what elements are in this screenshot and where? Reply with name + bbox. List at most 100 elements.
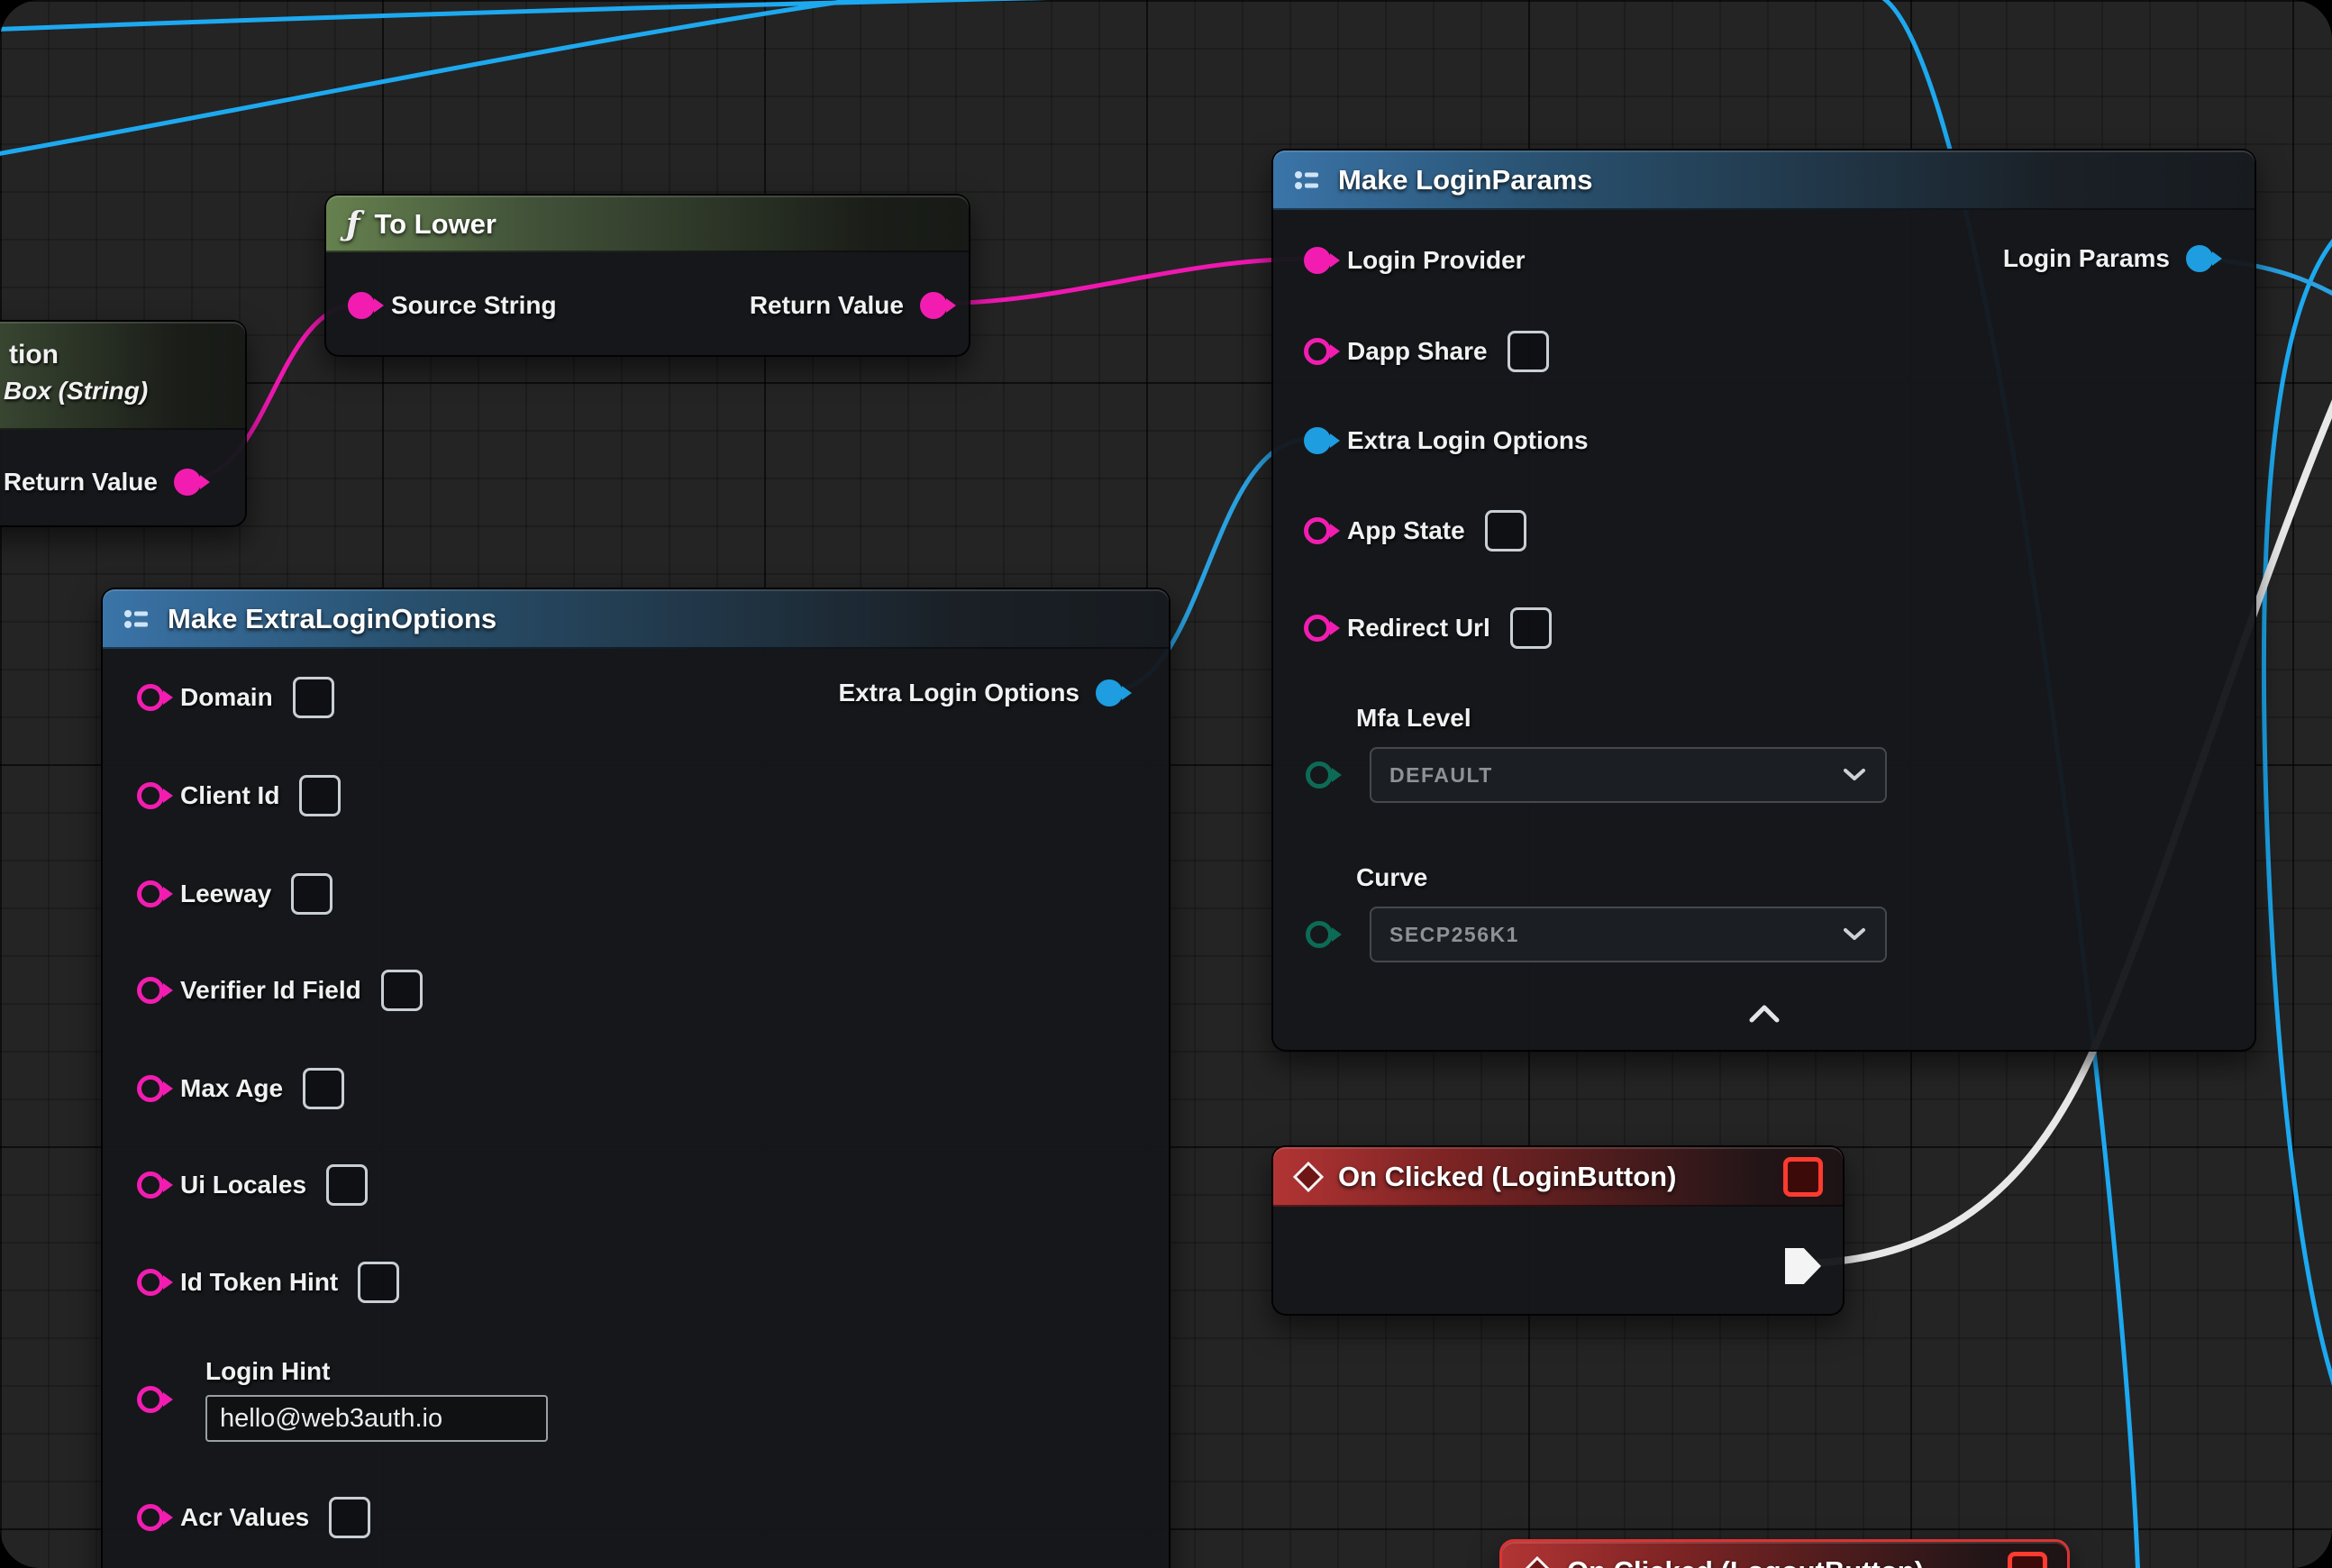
- id-token-hint-checkbox[interactable]: [358, 1262, 399, 1303]
- make-extra-login-options-title: Make ExtraLoginOptions: [168, 603, 496, 635]
- login-params-output-row: Login Params: [2003, 232, 2213, 286]
- mfa-level-label: Mfa Level: [1356, 696, 1471, 741]
- login-provider-pin[interactable]: [1304, 247, 1331, 274]
- chevron-down-icon: [1842, 926, 1867, 943]
- partial-return-value-label: Return Value: [4, 468, 158, 497]
- on-clicked-login-header[interactable]: On Clicked (LoginButton): [1273, 1147, 1843, 1207]
- partial-node-subtitle: Box (String): [4, 369, 148, 414]
- make-struct-icon: [123, 604, 153, 634]
- pin-row-dapp-share: Dapp Share: [1304, 324, 1549, 378]
- redirect-url-pin[interactable]: [1304, 615, 1331, 642]
- extra-login-options-output-pin[interactable]: [1096, 679, 1123, 707]
- node-partial-function[interactable]: tion Box (String) Return Value: [0, 320, 247, 527]
- ui-locales-pin[interactable]: [137, 1171, 164, 1199]
- app-state-checkbox[interactable]: [1485, 510, 1526, 552]
- pin-row-leeway: Leeway: [137, 867, 332, 921]
- client-id-pin[interactable]: [137, 782, 164, 809]
- client-id-checkbox[interactable]: [299, 775, 341, 816]
- pin-row-login-provider: Login Provider: [1304, 233, 1526, 287]
- leeway-checkbox[interactable]: [291, 873, 332, 915]
- on-clicked-login-title: On Clicked (LoginButton): [1338, 1161, 1676, 1193]
- login-params-output-pin[interactable]: [2186, 245, 2213, 272]
- node-to-lower[interactable]: ƒ To Lower Source String Return Value: [324, 194, 970, 357]
- verifier-id-field-checkbox[interactable]: [381, 970, 423, 1011]
- login-hint-input[interactable]: [205, 1395, 548, 1442]
- pin-row-client-id: Client Id: [137, 769, 341, 823]
- id-token-hint-pin[interactable]: [137, 1269, 164, 1296]
- client-id-label: Client Id: [180, 781, 279, 810]
- node-on-clicked-loginbutton[interactable]: On Clicked (LoginButton): [1271, 1145, 1845, 1316]
- redirect-url-label: Redirect Url: [1347, 614, 1490, 643]
- curve-dropdown[interactable]: SECP256K1: [1370, 907, 1887, 962]
- mfa-level-value: DEFAULT: [1389, 763, 1493, 788]
- node-on-clicked-logoutbutton[interactable]: On Clicked (LogoutButton): [1499, 1539, 2070, 1568]
- redirect-url-checkbox[interactable]: [1510, 607, 1552, 649]
- wire-string-tolower-to-provider[interactable]: [930, 259, 1314, 304]
- make-login-params-title: Make LoginParams: [1338, 164, 1593, 196]
- domain-label: Domain: [180, 683, 273, 712]
- partial-return-value-pin[interactable]: [174, 469, 201, 496]
- blueprint-canvas[interactable]: tion Box (String) Return Value ƒ To Lowe…: [0, 0, 2332, 1568]
- make-struct-icon: [1293, 165, 1324, 196]
- domain-pin[interactable]: [137, 684, 164, 711]
- return-value-group: Return Value: [750, 291, 947, 320]
- bound-widget-icon: [1783, 1157, 1823, 1197]
- return-value-pin[interactable]: [920, 292, 947, 319]
- login-params-output-label: Login Params: [2003, 244, 2170, 273]
- source-string-pin[interactable]: [348, 292, 375, 319]
- ui-locales-checkbox[interactable]: [326, 1164, 368, 1206]
- to-lower-header[interactable]: ƒ To Lower: [326, 196, 969, 252]
- acr-values-checkbox[interactable]: [329, 1497, 370, 1538]
- login-provider-label: Login Provider: [1347, 246, 1526, 275]
- source-string-group: Source String: [348, 291, 557, 320]
- collapse-chevron-icon[interactable]: [1746, 1002, 1782, 1026]
- make-extra-login-options-header[interactable]: Make ExtraLoginOptions: [103, 589, 1169, 649]
- to-lower-title: To Lower: [375, 208, 496, 241]
- event-diamond-icon: [1293, 1162, 1324, 1192]
- login-hint-pin[interactable]: [137, 1386, 164, 1413]
- pin-row-domain: Domain: [137, 670, 334, 725]
- dapp-share-label: Dapp Share: [1347, 337, 1488, 366]
- pin-row-ui-locales: Ui Locales: [137, 1158, 368, 1212]
- curve-label: Curve: [1356, 855, 1427, 900]
- on-clicked-logout-header[interactable]: On Clicked (LogoutButton): [1502, 1542, 2067, 1568]
- pure-function-icon: ƒ: [346, 208, 360, 241]
- acr-values-pin[interactable]: [137, 1504, 164, 1531]
- exec-output-pin[interactable]: [1785, 1248, 1821, 1284]
- node-make-extra-login-options[interactable]: Make ExtraLoginOptions Domain Client Id …: [101, 588, 1171, 1568]
- pin-row-app-state: App State: [1304, 504, 1526, 558]
- max-age-pin[interactable]: [137, 1075, 164, 1102]
- domain-checkbox[interactable]: [293, 677, 334, 718]
- id-token-hint-label: Id Token Hint: [180, 1268, 338, 1297]
- max-age-checkbox[interactable]: [303, 1068, 344, 1109]
- chevron-down-icon: [1842, 767, 1867, 783]
- pin-row-id-token-hint: Id Token Hint: [137, 1255, 399, 1309]
- max-age-label: Max Age: [180, 1074, 283, 1103]
- pin-row-extra-login-options-input: Extra Login Options: [1304, 414, 1589, 468]
- leeway-pin[interactable]: [137, 880, 164, 907]
- extra-login-options-input-pin[interactable]: [1304, 427, 1331, 454]
- leeway-label: Leeway: [180, 880, 271, 908]
- partial-return-value-row: Return Value: [4, 455, 201, 509]
- mfa-level-pin[interactable]: [1306, 761, 1333, 789]
- wire-cyan-right-edge[interactable]: [2264, 230, 2332, 1410]
- extra-login-options-output-label: Extra Login Options: [838, 679, 1079, 707]
- app-state-pin[interactable]: [1304, 517, 1331, 544]
- curve-value: SECP256K1: [1389, 923, 1519, 947]
- make-login-params-header[interactable]: Make LoginParams: [1273, 150, 2255, 210]
- extra-login-options-output-row: Extra Login Options: [838, 666, 1123, 720]
- source-string-label: Source String: [391, 291, 557, 320]
- dapp-share-checkbox[interactable]: [1508, 331, 1549, 372]
- to-lower-pin-row: Source String Return Value: [348, 278, 947, 333]
- login-hint-label: Login Hint: [205, 1349, 330, 1394]
- dapp-share-pin[interactable]: [1304, 338, 1331, 365]
- pin-row-max-age: Max Age: [137, 1062, 344, 1116]
- acr-values-label: Acr Values: [180, 1503, 309, 1532]
- bound-widget-icon: [2008, 1552, 2047, 1568]
- node-make-login-params[interactable]: Make LoginParams Login Provider Dapp Sha…: [1271, 149, 2256, 1052]
- event-diamond-icon: [1522, 1556, 1553, 1568]
- curve-pin[interactable]: [1306, 921, 1333, 948]
- verifier-id-field-pin[interactable]: [137, 977, 164, 1004]
- verifier-id-field-label: Verifier Id Field: [180, 976, 361, 1005]
- mfa-level-dropdown[interactable]: DEFAULT: [1370, 747, 1887, 803]
